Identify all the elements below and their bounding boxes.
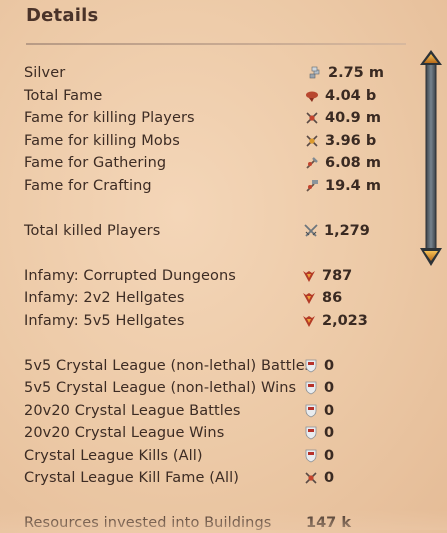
stat-value-text: 19.4 m xyxy=(325,178,381,194)
stat-value-text: 2,023 xyxy=(322,313,368,329)
vertical-scrollbar[interactable] xyxy=(417,48,445,270)
crafting-fame-icon xyxy=(305,179,319,193)
stat-value-text: 147 k xyxy=(306,515,351,531)
stat-value: 19.4 m xyxy=(305,176,381,196)
stat-label: Fame for Gathering xyxy=(24,155,167,171)
stat-row: Fame for Gathering 6.08 m xyxy=(24,153,384,173)
stat-value-text: 1,279 xyxy=(324,223,370,239)
stat-value-text: 3.96 b xyxy=(325,133,377,149)
scroll-down-arrow-icon xyxy=(420,248,442,266)
silver-coins-icon xyxy=(308,66,322,80)
panel-title: Details xyxy=(26,5,99,26)
stat-value: 6.08 m xyxy=(305,153,381,173)
crystal-league-shield-icon xyxy=(304,426,318,440)
stat-value-text: 2.75 m xyxy=(328,65,384,81)
stat-value-text: 86 xyxy=(322,290,343,306)
stat-label: Total killed Players xyxy=(24,223,161,239)
infamy-icon xyxy=(302,269,316,283)
stat-value: 0 xyxy=(304,401,334,421)
stat-row: 20v20 Crystal League Battles 0 xyxy=(24,401,384,421)
stat-value: 0 xyxy=(304,468,334,488)
stat-row: Total Fame 4.04 b xyxy=(24,86,384,106)
title-divider xyxy=(26,43,406,45)
stat-row: Infamy: 5v5 Hellgates 2,023 xyxy=(24,311,384,331)
stat-value-text: 0 xyxy=(324,470,335,486)
stat-value-text: 6.08 m xyxy=(325,155,381,171)
stat-row: 5v5 Crystal League (non-lethal) Battles 0 xyxy=(24,356,384,376)
stat-value-text: 787 xyxy=(322,268,353,284)
crystal-league-shield-icon xyxy=(304,359,318,373)
stat-label: Infamy: 5v5 Hellgates xyxy=(24,313,185,329)
infamy-icon xyxy=(302,291,316,305)
stat-value-text: 40.9 m xyxy=(325,110,381,126)
stat-value: 2.75 m xyxy=(308,63,384,83)
stat-value-text: 0 xyxy=(324,448,335,464)
stat-label: 5v5 Crystal League (non-lethal) Wins xyxy=(24,380,297,396)
crystal-league-shield-icon xyxy=(304,381,318,395)
stat-row: Fame for killing Players 40.9 m xyxy=(24,108,384,128)
stat-label: Silver xyxy=(24,65,66,81)
crystal-league-shield-icon xyxy=(304,404,318,418)
stat-row: Crystal League Kill Fame (All) 0 xyxy=(24,468,384,488)
stat-row: Crystal League Kills (All) 0 xyxy=(24,446,384,466)
stat-label: Crystal League Kills (All) xyxy=(24,448,203,464)
stat-label: Total Fame xyxy=(24,88,103,104)
stat-row: Fame for killing Mobs 3.96 b xyxy=(24,131,384,151)
stat-value-text: 0 xyxy=(324,358,335,374)
stat-value: 0 xyxy=(304,446,334,466)
stat-value: 2,023 xyxy=(302,311,368,331)
stat-value-text: 4.04 b xyxy=(325,88,377,104)
gathering-fame-icon xyxy=(305,156,319,170)
scroll-up-arrow-icon xyxy=(420,50,442,65)
stat-value-text: 0 xyxy=(324,403,335,419)
stat-value-text: 0 xyxy=(324,380,335,396)
stat-label: 5v5 Crystal League (non-lethal) Battles xyxy=(24,358,313,374)
pve-fame-icon xyxy=(305,134,319,148)
crystal-league-shield-icon xyxy=(304,449,318,463)
stat-value: 0 xyxy=(304,423,334,443)
stat-value: 147 k xyxy=(306,513,351,533)
stat-value: 4.04 b xyxy=(305,86,376,106)
stat-label: 20v20 Crystal League Battles xyxy=(24,403,241,419)
stat-value: 787 xyxy=(302,266,352,286)
stat-value: 86 xyxy=(302,288,342,308)
stat-row: Total killed Players 1,279 xyxy=(24,221,384,241)
stat-value: 0 xyxy=(304,378,334,398)
stat-row: Resources invested into Buildings 147 k xyxy=(24,513,384,533)
fame-icon xyxy=(305,89,319,103)
stat-label: Resources invested into Buildings xyxy=(24,515,272,531)
pvp-fame-icon xyxy=(304,471,318,485)
stat-value: 1,279 xyxy=(304,221,370,241)
stat-row: Fame for Crafting 19.4 m xyxy=(24,176,384,196)
stat-row: Silver 2.75 m xyxy=(24,63,384,83)
pvp-fame-icon xyxy=(305,111,319,125)
infamy-icon xyxy=(302,314,316,328)
stat-row: Infamy: Corrupted Dungeons 787 xyxy=(24,266,384,286)
stat-value-text: 0 xyxy=(324,425,335,441)
stat-label: Fame for Crafting xyxy=(24,178,152,194)
stat-label: Infamy: 2v2 Hellgates xyxy=(24,290,185,306)
stat-row: Infamy: 2v2 Hellgates 86 xyxy=(24,288,384,308)
stat-value: 0 xyxy=(304,356,334,376)
stat-label: Crystal League Kill Fame (All) xyxy=(24,470,240,486)
stat-label: 20v20 Crystal League Wins xyxy=(24,425,225,441)
stat-row: 5v5 Crystal League (non-lethal) Wins 0 xyxy=(24,378,384,398)
stat-label: Fame for killing Players xyxy=(24,110,195,126)
stat-label: Fame for killing Mobs xyxy=(24,133,180,149)
stat-value: 40.9 m xyxy=(305,108,381,128)
stat-label: Infamy: Corrupted Dungeons xyxy=(24,268,236,284)
crossed-swords-icon xyxy=(304,224,318,238)
stat-row: 20v20 Crystal League Wins 0 xyxy=(24,423,384,443)
stat-value: 3.96 b xyxy=(305,131,376,151)
